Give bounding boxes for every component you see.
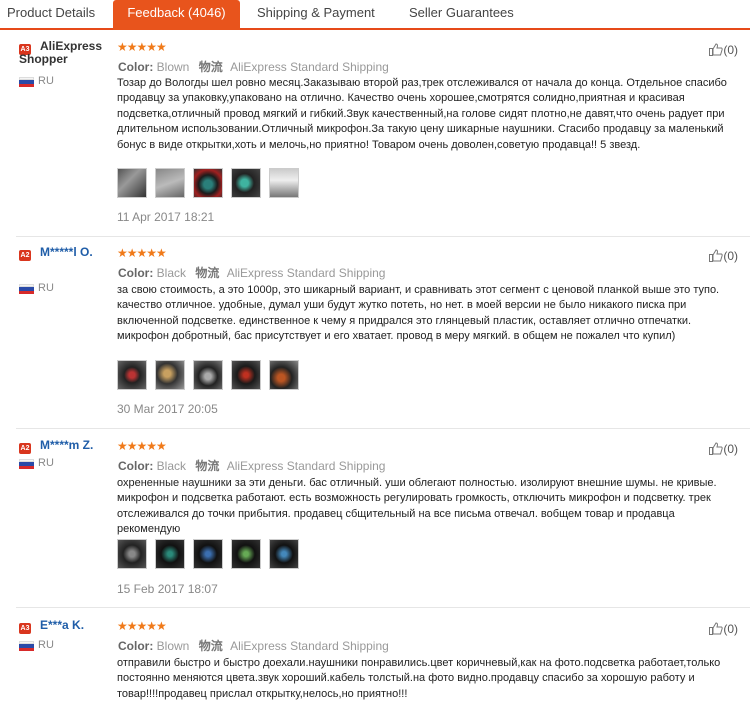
logistics-value: AliExpress Standard Shipping: [230, 639, 389, 653]
color-label: Color:: [118, 60, 154, 74]
review-photo[interactable]: [269, 168, 299, 198]
order-info: Color: Black 物流 AliExpress Standard Ship…: [118, 457, 385, 474]
review-text: охрененные наушники за эти деньги. бас о…: [117, 477, 717, 536]
thumbs-up-icon: [709, 622, 723, 635]
helpful-count: (0): [723, 622, 738, 636]
helpful-button[interactable]: (0): [709, 43, 738, 57]
color-value: Blown: [156, 60, 190, 74]
buyer-name[interactable]: E***a K.: [40, 619, 112, 632]
tab-shipping-payment[interactable]: Shipping & Payment: [257, 0, 375, 28]
review-item: A2 M*****l O. RU ★★★★★ Color: Black 物流 A…: [0, 246, 750, 426]
buyer-country: RU: [38, 282, 54, 294]
review-photo[interactable]: [155, 168, 185, 198]
tab-feedback[interactable]: Feedback (4046): [113, 0, 240, 30]
logistics-value: AliExpress Standard Shipping: [226, 266, 386, 280]
review-divider: [16, 236, 750, 237]
russia-flag-icon: [19, 459, 34, 469]
color-value: Black: [156, 266, 187, 280]
thumbs-up-icon: [709, 43, 723, 56]
review-photo[interactable]: [117, 168, 147, 198]
review-item: A3 E***a K. RU ★★★★★ Color: Blown 物流 Ali…: [0, 619, 750, 700]
buyer-level-badge: A3: [19, 623, 31, 634]
buyer-name[interactable]: AliExpress Shopper: [19, 40, 111, 66]
logistics-label: 物流: [195, 266, 220, 280]
star-rating: ★★★★★: [117, 40, 167, 54]
review-date: 11 Apr 2017 18:21: [117, 210, 215, 224]
review-text: Тозар до Вологды шел ровно месяц.Заказыв…: [117, 77, 727, 151]
logistics-label: 物流: [198, 639, 223, 653]
logistics-label: 物流: [195, 459, 220, 473]
review-photo[interactable]: [231, 539, 261, 569]
color-value: Black: [156, 459, 187, 473]
buyer-country: RU: [38, 639, 54, 651]
review-photo[interactable]: [117, 360, 147, 390]
logistics-value: AliExpress Standard Shipping: [226, 459, 386, 473]
star-rating: ★★★★★: [117, 439, 167, 453]
review-text: за свою стоимость, а это 1000р, это шика…: [117, 284, 720, 343]
buyer-name[interactable]: M*****l O.: [40, 246, 112, 259]
helpful-button[interactable]: (0): [709, 249, 738, 263]
review-item: A2 M****m Z. RU ★★★★★ Color: Black 物流 Al…: [0, 439, 750, 604]
logistics-label: 物流: [198, 60, 223, 74]
review-photo[interactable]: [155, 360, 185, 390]
tab-product-details[interactable]: Product Details: [7, 0, 95, 28]
review-photo[interactable]: [269, 360, 299, 390]
review-date: 15 Feb 2017 18:07: [117, 582, 218, 596]
russia-flag-icon: [19, 641, 34, 651]
russia-flag-icon: [19, 77, 34, 87]
star-rating: ★★★★★: [117, 619, 167, 633]
color-label: Color:: [118, 459, 154, 473]
thumbs-up-icon: [709, 442, 723, 455]
logistics-value: AliExpress Standard Shipping: [230, 60, 389, 74]
feedback-tabs: Product Details Feedback (4046) Shipping…: [0, 0, 750, 30]
thumbs-up-icon: [709, 249, 723, 262]
helpful-button[interactable]: (0): [709, 622, 738, 636]
review-photo[interactable]: [269, 539, 299, 569]
helpful-count: (0): [723, 442, 738, 456]
review-photo[interactable]: [231, 168, 261, 198]
russia-flag-icon: [19, 284, 34, 294]
review-item: A3 AliExpress Shopper RU ★★★★★ Color: Bl…: [0, 40, 750, 230]
helpful-button[interactable]: (0): [709, 442, 738, 456]
color-value: Blown: [156, 639, 190, 653]
review-photo[interactable]: [193, 168, 223, 198]
order-info: Color: Blown 物流 AliExpress Standard Ship…: [118, 58, 389, 75]
review-photo[interactable]: [193, 360, 223, 390]
star-rating: ★★★★★: [117, 246, 167, 260]
helpful-count: (0): [723, 43, 738, 57]
color-label: Color:: [118, 266, 154, 280]
review-text: отправили быстро и быстро доехали.наушни…: [117, 657, 721, 700]
order-info: Color: Blown 物流 AliExpress Standard Ship…: [118, 637, 389, 654]
tab-seller-guarantees[interactable]: Seller Guarantees: [409, 0, 514, 28]
buyer-level-badge: A2: [19, 250, 31, 261]
review-photo[interactable]: [231, 360, 261, 390]
review-photo[interactable]: [155, 539, 185, 569]
color-label: Color:: [118, 639, 154, 653]
buyer-country: RU: [38, 75, 54, 87]
order-info: Color: Black 物流 AliExpress Standard Ship…: [118, 264, 385, 281]
review-photo[interactable]: [117, 539, 147, 569]
buyer-level-badge: A2: [19, 443, 31, 454]
helpful-count: (0): [723, 249, 738, 263]
review-date: 30 Mar 2017 20:05: [117, 402, 218, 416]
buyer-country: RU: [38, 457, 54, 469]
review-divider: [16, 607, 750, 608]
review-photo[interactable]: [193, 539, 223, 569]
buyer-name[interactable]: M****m Z.: [40, 439, 120, 452]
review-divider: [16, 428, 750, 429]
